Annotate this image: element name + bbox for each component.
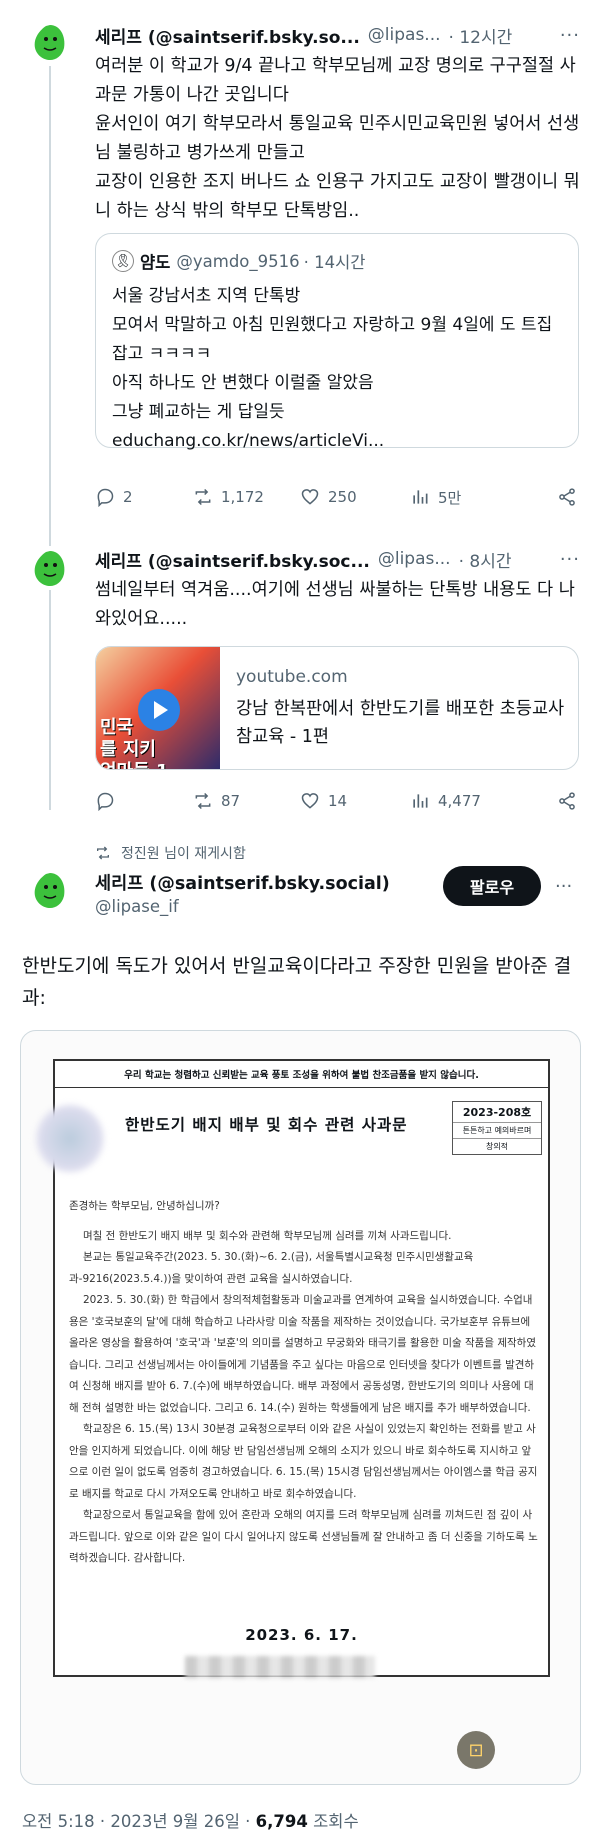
author-name[interactable]: 세리프 (@saintserif.bsky.soc... [95,547,370,572]
like-count: 14 [328,792,348,810]
view-count-label: 조회수 [307,1812,359,1831]
post-time[interactable]: · 12시간 [449,23,513,48]
doc-date: 2023. 6. 17. [245,1626,358,1644]
doc-header-line: 우리 학교는 청렴하고 신뢰받는 교육 풍토 조성을 위하여 불법 찬조금품을 … [55,1061,548,1088]
doc-motto: 튼튼하고 예의바르며 [453,1123,541,1139]
main-post-text: 한반도기에 독도가 있어서 반일교육이다라고 주장한 민원을 받아준 결과: [22,955,572,1009]
share-button[interactable] [557,791,585,811]
share-icon [559,488,575,506]
doc-body: 존경하는 학부모님, 안녕하십니까? 며칠 전 한반도기 배지 배부 및 회수와… [69,1196,539,1570]
repost-button[interactable]: 87 [193,791,240,811]
attached-image[interactable]: 우리 학교는 청렴하고 신뢰받는 교육 풍토 조성을 위하여 불법 찬조금품을 … [20,1030,581,1785]
doc-paragraph: 학교장으로서 통일교육을 함에 있어 혼란과 오해의 여지를 드려 학부모님께 … [69,1509,538,1564]
repost-button[interactable]: 1,172 [193,487,264,507]
share-button[interactable] [557,487,585,507]
view-count: 6,794 [255,1812,308,1831]
like-button[interactable]: 250 [300,487,357,507]
doc-number: 2023-208호 [453,1102,541,1123]
heart-icon [301,489,319,505]
doc-paragraph: 본교는 통일교육주간(2023. 5. 30.(화)~6. 2.(금), 서울특… [69,1251,474,1285]
repost-icon [195,488,211,506]
doc-paragraph: 학교장은 6. 15.(목) 13시 30분경 교육청으로부터 이와 같은 사실… [69,1423,538,1500]
apology-document: 우리 학교는 청렴하고 신뢰받는 교육 풍토 조성을 위하여 불법 찬조금품을 … [35,1059,550,1678]
repost-count: 87 [221,792,241,810]
reply-icon [97,488,114,507]
thread-line [49,66,51,546]
like-count: 250 [328,488,357,506]
more-icon[interactable]: ··· [550,549,580,570]
quote-header: 🎗 얌도 @yamdo_9516 · 14시간 [112,249,366,273]
repost-icon [195,792,211,810]
repost-label: 정진원 님이 재게시함 [121,846,246,862]
author-name[interactable]: 세리프 (@saintserif.bsky.social) [95,870,390,895]
quote-time: · 14시간 [303,253,366,272]
doc-number-box: 2023-208호 튼튼하고 예의바르며 창의적 [452,1101,542,1155]
ribbon-icon: 🎗 [112,250,134,272]
view-count: 5만 [438,488,462,507]
views-icon [413,794,428,808]
link-title: 강남 한복판에서 한반도기를 배포한 초등교사 참교육 - 1편 [236,699,565,747]
post-text: 여러분 이 학교가 9/4 끝나고 학부모님께 교장 명의로 구구절절 사과문 … [95,56,580,221]
reply-count: 2 [123,488,133,506]
more-icon[interactable]: ··· [555,876,572,897]
link-card[interactable]: 민국 를 지키 엄마들 1 youtube.com 강남 한복판에서 한반도기를… [95,646,579,770]
quote-card[interactable]: 🎗 얌도 @yamdo_9516 · 14시간 서울 강남서초 지역 단톡방 모… [95,233,579,451]
action-bar: 87 14 4,477 [95,786,580,816]
avatar[interactable] [30,22,70,62]
doc-title: 한반도기 배지 배부 및 회수 관련 사과문 [125,1116,408,1134]
thread-line [49,590,51,810]
reply-button[interactable] [95,791,123,811]
repost-indicator[interactable]: 정진원 님이 재게시함 [95,843,246,863]
views-icon [413,490,428,504]
reply-icon [97,792,114,811]
share-icon [559,792,575,810]
view-count: 4,477 [438,792,481,810]
doc-motto-2: 창의적 [485,1142,509,1151]
views-button[interactable]: 5만 [410,487,461,508]
post-time[interactable]: · 8시간 [459,547,512,572]
avatar[interactable] [30,870,70,910]
post-timestamp[interactable]: 오전 5:18 · 2023년 9월 26일 · [22,1812,256,1831]
reply-button[interactable]: 2 [95,487,133,507]
text-scan-icon[interactable]: ⊡ [457,1731,495,1769]
author-handle[interactable]: @lipase_if [95,897,179,916]
repost-count: 1,172 [221,488,264,506]
author-name[interactable]: 세리프 (@saintserif.bsky.so... [95,23,360,48]
school-logo-blurred [35,1101,105,1176]
doc-greeting: 존경하는 학부모님, 안녕하십니까? [69,1200,220,1212]
author-handle[interactable]: @lipas... [368,25,441,45]
play-icon[interactable] [138,689,180,731]
like-button[interactable]: 14 [300,791,347,811]
link-domain: youtube.com [236,667,348,687]
action-bar: 2 1,172 250 5만 [95,482,580,512]
quote-author-name: 얌도 [140,253,171,272]
video-thumbnail[interactable]: 민국 를 지키 엄마들 1 [96,647,220,769]
doc-signature-blurred [185,1656,375,1678]
post-header: 세리프 (@saintserif.bsky.so... @lipas... · … [95,22,580,48]
doc-paragraph: 며칠 전 한반도기 배지 배부 및 회수와 관련해 학부모님께 심려를 끼쳐 사… [83,1229,452,1242]
heart-icon [301,793,319,809]
more-icon[interactable]: ··· [550,25,580,46]
post-text: 썸네일부터 역겨움....여기에 선생님 싸불하는 단톡방 내용도 다 나와있어… [95,580,575,629]
quote-text: 서울 강남서초 지역 단톡방 모여서 막말하고 아침 민원했다고 자랑하고 9월… [112,286,553,451]
post-header: 세리프 (@saintserif.bsky.soc... @lipas... ·… [95,546,580,572]
doc-paragraph: 2023. 5. 30.(화) 한 학급에서 창의적체험활동과 미술교과를 연계… [69,1294,536,1414]
avatar[interactable] [30,548,70,588]
views-button[interactable]: 4,477 [410,791,481,811]
quote-author-handle: @yamdo_9516 [176,251,300,271]
repost-icon [97,846,109,860]
post-meta: 오전 5:18 · 2023년 9월 26일 · 6,794 조회수 [22,1808,359,1832]
follow-button[interactable]: 팔로우 [443,866,541,906]
link-info: youtube.com 강남 한복판에서 한반도기를 배포한 초등교사 참교육 … [236,667,566,751]
author-handle[interactable]: @lipas... [378,549,451,569]
